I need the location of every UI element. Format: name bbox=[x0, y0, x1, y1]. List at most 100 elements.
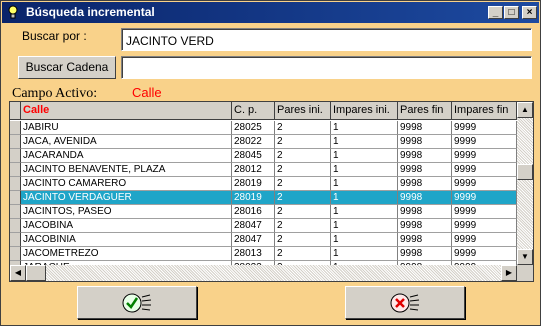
table-cell[interactable]: 28019 bbox=[232, 177, 275, 191]
table-row[interactable]: JACINTO VERDAGUER 28019 2 1 9998 9999 bbox=[10, 191, 517, 205]
table-cell[interactable]: 2 bbox=[275, 233, 331, 247]
table-cell[interactable]: 2 bbox=[275, 205, 331, 219]
table-row[interactable]: JABIRU 28025 2 1 9998 9999 bbox=[10, 121, 517, 135]
table-row[interactable]: JACOBINIA 28047 2 1 9998 9999 bbox=[10, 233, 517, 247]
table-cell[interactable]: 9998 bbox=[398, 177, 452, 191]
table-cell[interactable]: 9999 bbox=[452, 219, 517, 233]
table-cell[interactable]: 1 bbox=[331, 219, 398, 233]
table-cell[interactable]: 28045 bbox=[232, 149, 275, 163]
table-cell[interactable]: 2 bbox=[275, 219, 331, 233]
table-cell[interactable]: 9998 bbox=[398, 219, 452, 233]
row-indicator[interactable] bbox=[10, 191, 21, 205]
table-cell[interactable]: 9998 bbox=[398, 205, 452, 219]
table-cell[interactable]: 9999 bbox=[452, 177, 517, 191]
horizontal-scrollbar[interactable]: ◀ ▶ bbox=[10, 265, 517, 281]
table-cell[interactable]: 28025 bbox=[232, 121, 275, 135]
table-cell[interactable]: JACOBINIA bbox=[21, 233, 232, 247]
cadena-input[interactable] bbox=[121, 56, 532, 79]
row-indicator[interactable] bbox=[10, 247, 21, 261]
column-header-pares-ini[interactable]: Pares ini. bbox=[275, 102, 331, 120]
table-cell[interactable]: 9998 bbox=[398, 191, 452, 205]
table-cell[interactable]: 9999 bbox=[452, 135, 517, 149]
row-indicator[interactable] bbox=[10, 135, 21, 149]
table-cell[interactable]: 28047 bbox=[232, 219, 275, 233]
scroll-down-icon[interactable]: ▼ bbox=[517, 249, 533, 265]
table-row[interactable]: JACINTOS, PASEO 28016 2 1 9998 9999 bbox=[10, 205, 517, 219]
minimize-button[interactable]: _ bbox=[488, 6, 503, 19]
table-cell[interactable]: 28019 bbox=[232, 191, 275, 205]
table-cell[interactable]: 1 bbox=[331, 247, 398, 261]
table-row[interactable]: JACARANDA 28045 2 1 9998 9999 bbox=[10, 149, 517, 163]
table-row[interactable]: JACINTO CAMARERO 28019 2 1 9998 9999 bbox=[10, 177, 517, 191]
table-cell[interactable]: 28012 bbox=[232, 163, 275, 177]
table-cell[interactable]: 9999 bbox=[452, 149, 517, 163]
table-cell[interactable]: 1 bbox=[331, 177, 398, 191]
table-cell[interactable]: 9998 bbox=[398, 163, 452, 177]
close-button[interactable]: × bbox=[522, 6, 537, 19]
table-cell[interactable]: 28016 bbox=[232, 205, 275, 219]
scroll-left-icon[interactable]: ◀ bbox=[10, 265, 26, 281]
maximize-button[interactable]: □ bbox=[504, 6, 519, 19]
row-indicator[interactable] bbox=[10, 205, 21, 219]
table-cell[interactable]: 9999 bbox=[452, 247, 517, 261]
table-cell[interactable]: 1 bbox=[331, 163, 398, 177]
row-indicator[interactable] bbox=[10, 233, 21, 247]
table-cell[interactable]: 9999 bbox=[452, 205, 517, 219]
table-cell[interactable]: 9999 bbox=[452, 191, 517, 205]
column-header-calle[interactable]: Calle bbox=[21, 102, 232, 120]
table-cell[interactable]: JACA, AVENIDA bbox=[21, 135, 232, 149]
vertical-scroll-thumb[interactable] bbox=[517, 164, 533, 180]
scroll-up-icon[interactable]: ▲ bbox=[517, 102, 533, 118]
table-cell[interactable]: 28047 bbox=[232, 233, 275, 247]
table-cell[interactable]: 28013 bbox=[232, 247, 275, 261]
table-cell[interactable]: 2 bbox=[275, 163, 331, 177]
results-grid[interactable]: Calle C. p. Pares ini. Impares ini. Pare… bbox=[9, 101, 534, 282]
buscar-cadena-button[interactable]: Buscar Cadena bbox=[18, 56, 116, 79]
row-indicator[interactable] bbox=[10, 177, 21, 191]
table-cell[interactable]: JACINTO CAMARERO bbox=[21, 177, 232, 191]
column-header-impares-fin[interactable]: Impares fin bbox=[452, 102, 517, 120]
table-cell[interactable]: 9999 bbox=[452, 233, 517, 247]
table-cell[interactable]: 1 bbox=[331, 205, 398, 219]
table-cell[interactable]: 9998 bbox=[398, 233, 452, 247]
table-row[interactable]: JACINTO BENAVENTE, PLAZA 28012 2 1 9998 9999 bbox=[10, 163, 517, 177]
vertical-scrollbar[interactable]: ▲ ▼ bbox=[517, 102, 533, 265]
table-cell[interactable]: JACINTOS, PASEO bbox=[21, 205, 232, 219]
table-cell[interactable]: JACOMETREZO bbox=[21, 247, 232, 261]
table-cell[interactable]: 2 bbox=[275, 191, 331, 205]
table-cell[interactable]: 2 bbox=[275, 135, 331, 149]
search-input[interactable]: JACINTO VERD bbox=[121, 28, 532, 51]
table-cell[interactable]: 9998 bbox=[398, 121, 452, 135]
table-cell[interactable]: 1 bbox=[331, 233, 398, 247]
row-indicator[interactable] bbox=[10, 163, 21, 177]
cancel-button[interactable] bbox=[345, 286, 465, 319]
table-cell[interactable]: JABIRU bbox=[21, 121, 232, 135]
table-cell[interactable]: 1 bbox=[331, 149, 398, 163]
table-cell[interactable]: JACINTO BENAVENTE, PLAZA bbox=[21, 163, 232, 177]
row-indicator[interactable] bbox=[10, 149, 21, 163]
table-cell[interactable]: JACOBINA bbox=[21, 219, 232, 233]
row-indicator[interactable] bbox=[10, 121, 21, 135]
table-cell[interactable]: 9998 bbox=[398, 247, 452, 261]
table-cell[interactable]: 1 bbox=[331, 121, 398, 135]
table-row[interactable]: JACOMETREZO 28013 2 1 9998 9999 bbox=[10, 247, 517, 261]
table-cell[interactable]: 28022 bbox=[232, 135, 275, 149]
table-cell[interactable]: 2 bbox=[275, 149, 331, 163]
column-header-cp[interactable]: C. p. bbox=[232, 102, 275, 120]
row-indicator[interactable] bbox=[10, 219, 21, 233]
table-cell[interactable]: 2 bbox=[275, 247, 331, 261]
scroll-right-icon[interactable]: ▶ bbox=[501, 265, 517, 281]
table-row[interactable]: JACOBINA 28047 2 1 9998 9999 bbox=[10, 219, 517, 233]
table-cell[interactable]: 9998 bbox=[398, 149, 452, 163]
table-cell[interactable]: 9999 bbox=[452, 163, 517, 177]
column-header-impares-ini[interactable]: Impares ini. bbox=[331, 102, 398, 120]
table-cell[interactable]: 1 bbox=[331, 135, 398, 149]
table-cell[interactable]: 2 bbox=[275, 121, 331, 135]
table-row[interactable]: JACA, AVENIDA 28022 2 1 9998 9999 bbox=[10, 135, 517, 149]
table-cell[interactable]: 1 bbox=[331, 191, 398, 205]
table-cell[interactable]: 2 bbox=[275, 177, 331, 191]
ok-button[interactable] bbox=[77, 286, 197, 319]
table-cell[interactable]: 9999 bbox=[452, 121, 517, 135]
table-cell[interactable]: JACINTO VERDAGUER bbox=[21, 191, 232, 205]
horizontal-scroll-thumb[interactable] bbox=[26, 265, 46, 281]
